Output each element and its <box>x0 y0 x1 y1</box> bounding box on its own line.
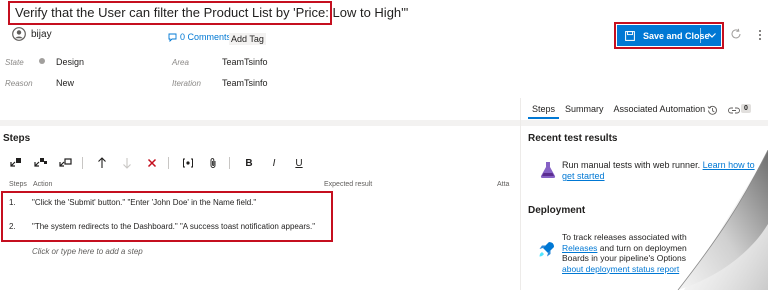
panel-divider <box>520 98 521 290</box>
iteration-value[interactable]: TeamTsinfo <box>222 78 268 88</box>
toolbar-separator <box>229 157 230 169</box>
move-up-icon[interactable] <box>93 156 111 170</box>
area-label: Area <box>172 58 189 67</box>
refresh-icon[interactable] <box>730 28 742 40</box>
state-label: State <box>5 58 24 67</box>
step-number: 2. <box>9 222 16 231</box>
bold-button[interactable]: B <box>240 156 258 170</box>
create-shared-step-icon[interactable] <box>57 156 75 170</box>
chevron-down-icon[interactable] <box>706 29 718 41</box>
toolbar-separator <box>168 157 169 169</box>
history-icon[interactable] <box>707 105 718 116</box>
area-value[interactable]: TeamTsinfo <box>222 57 268 67</box>
column-header-attachments: Atta <box>497 181 510 188</box>
more-options-icon[interactable] <box>756 28 764 42</box>
tab-associated-automation[interactable]: Associated Automation <box>610 103 710 117</box>
column-header-expected-result: Expected result <box>324 181 373 188</box>
links-count-badge: 0 <box>741 104 751 113</box>
step-action[interactable]: "The system redirects to the Dashboard."… <box>32 222 315 231</box>
reason-label: Reason <box>5 79 33 88</box>
column-header-action: Action <box>33 181 53 188</box>
step-action[interactable]: "Click the 'Submit' button." "Enter 'Joh… <box>32 198 256 207</box>
column-header-steps: Steps <box>9 181 27 188</box>
insert-step-icon[interactable] <box>7 156 25 170</box>
insert-shared-step-icon[interactable] <box>32 156 50 170</box>
save-divider <box>700 28 701 43</box>
recent-test-results-heading: Recent test results <box>528 133 618 144</box>
add-tag-button[interactable]: Add Tag <box>229 33 266 45</box>
reason-value[interactable]: New <box>56 78 74 88</box>
delete-step-icon[interactable] <box>143 156 161 170</box>
section-divider <box>0 120 768 126</box>
attachment-icon[interactable] <box>204 156 222 170</box>
state-value[interactable]: Design <box>56 57 84 67</box>
comment-icon <box>168 33 177 42</box>
assigned-user[interactable]: bijay <box>31 29 52 40</box>
tab-summary[interactable]: Summary <box>561 103 608 117</box>
flask-icon <box>540 162 556 178</box>
move-down-icon[interactable] <box>118 156 136 170</box>
steps-heading: Steps <box>3 133 31 144</box>
toolbar-separator <box>82 157 83 169</box>
insert-parameter-icon[interactable] <box>179 156 197 170</box>
work-item-title[interactable]: Verify that the User can filter the Prod… <box>15 5 408 20</box>
rocket-icon <box>539 242 554 257</box>
page-curl-decoration <box>677 150 768 290</box>
add-step-placeholder[interactable]: Click or type here to add a step <box>32 247 143 256</box>
underline-button[interactable]: U <box>290 156 308 170</box>
link-icon[interactable] <box>728 106 740 115</box>
details-tabs: Steps Summary Associated Automation <box>528 103 711 119</box>
tab-steps[interactable]: Steps <box>528 103 560 119</box>
italic-button[interactable]: I <box>265 156 283 170</box>
iteration-label: Iteration <box>172 79 201 88</box>
comments-label: 0 Comments <box>180 32 232 42</box>
save-icon <box>625 30 635 41</box>
steps-toolbar: B I U <box>7 156 315 170</box>
state-indicator-dot <box>39 58 45 64</box>
avatar-icon[interactable] <box>12 27 26 41</box>
step-number: 1. <box>9 198 16 207</box>
comments-link[interactable]: 0 Comments <box>168 32 231 42</box>
save-and-close-button[interactable]: Save and Close <box>617 25 721 46</box>
